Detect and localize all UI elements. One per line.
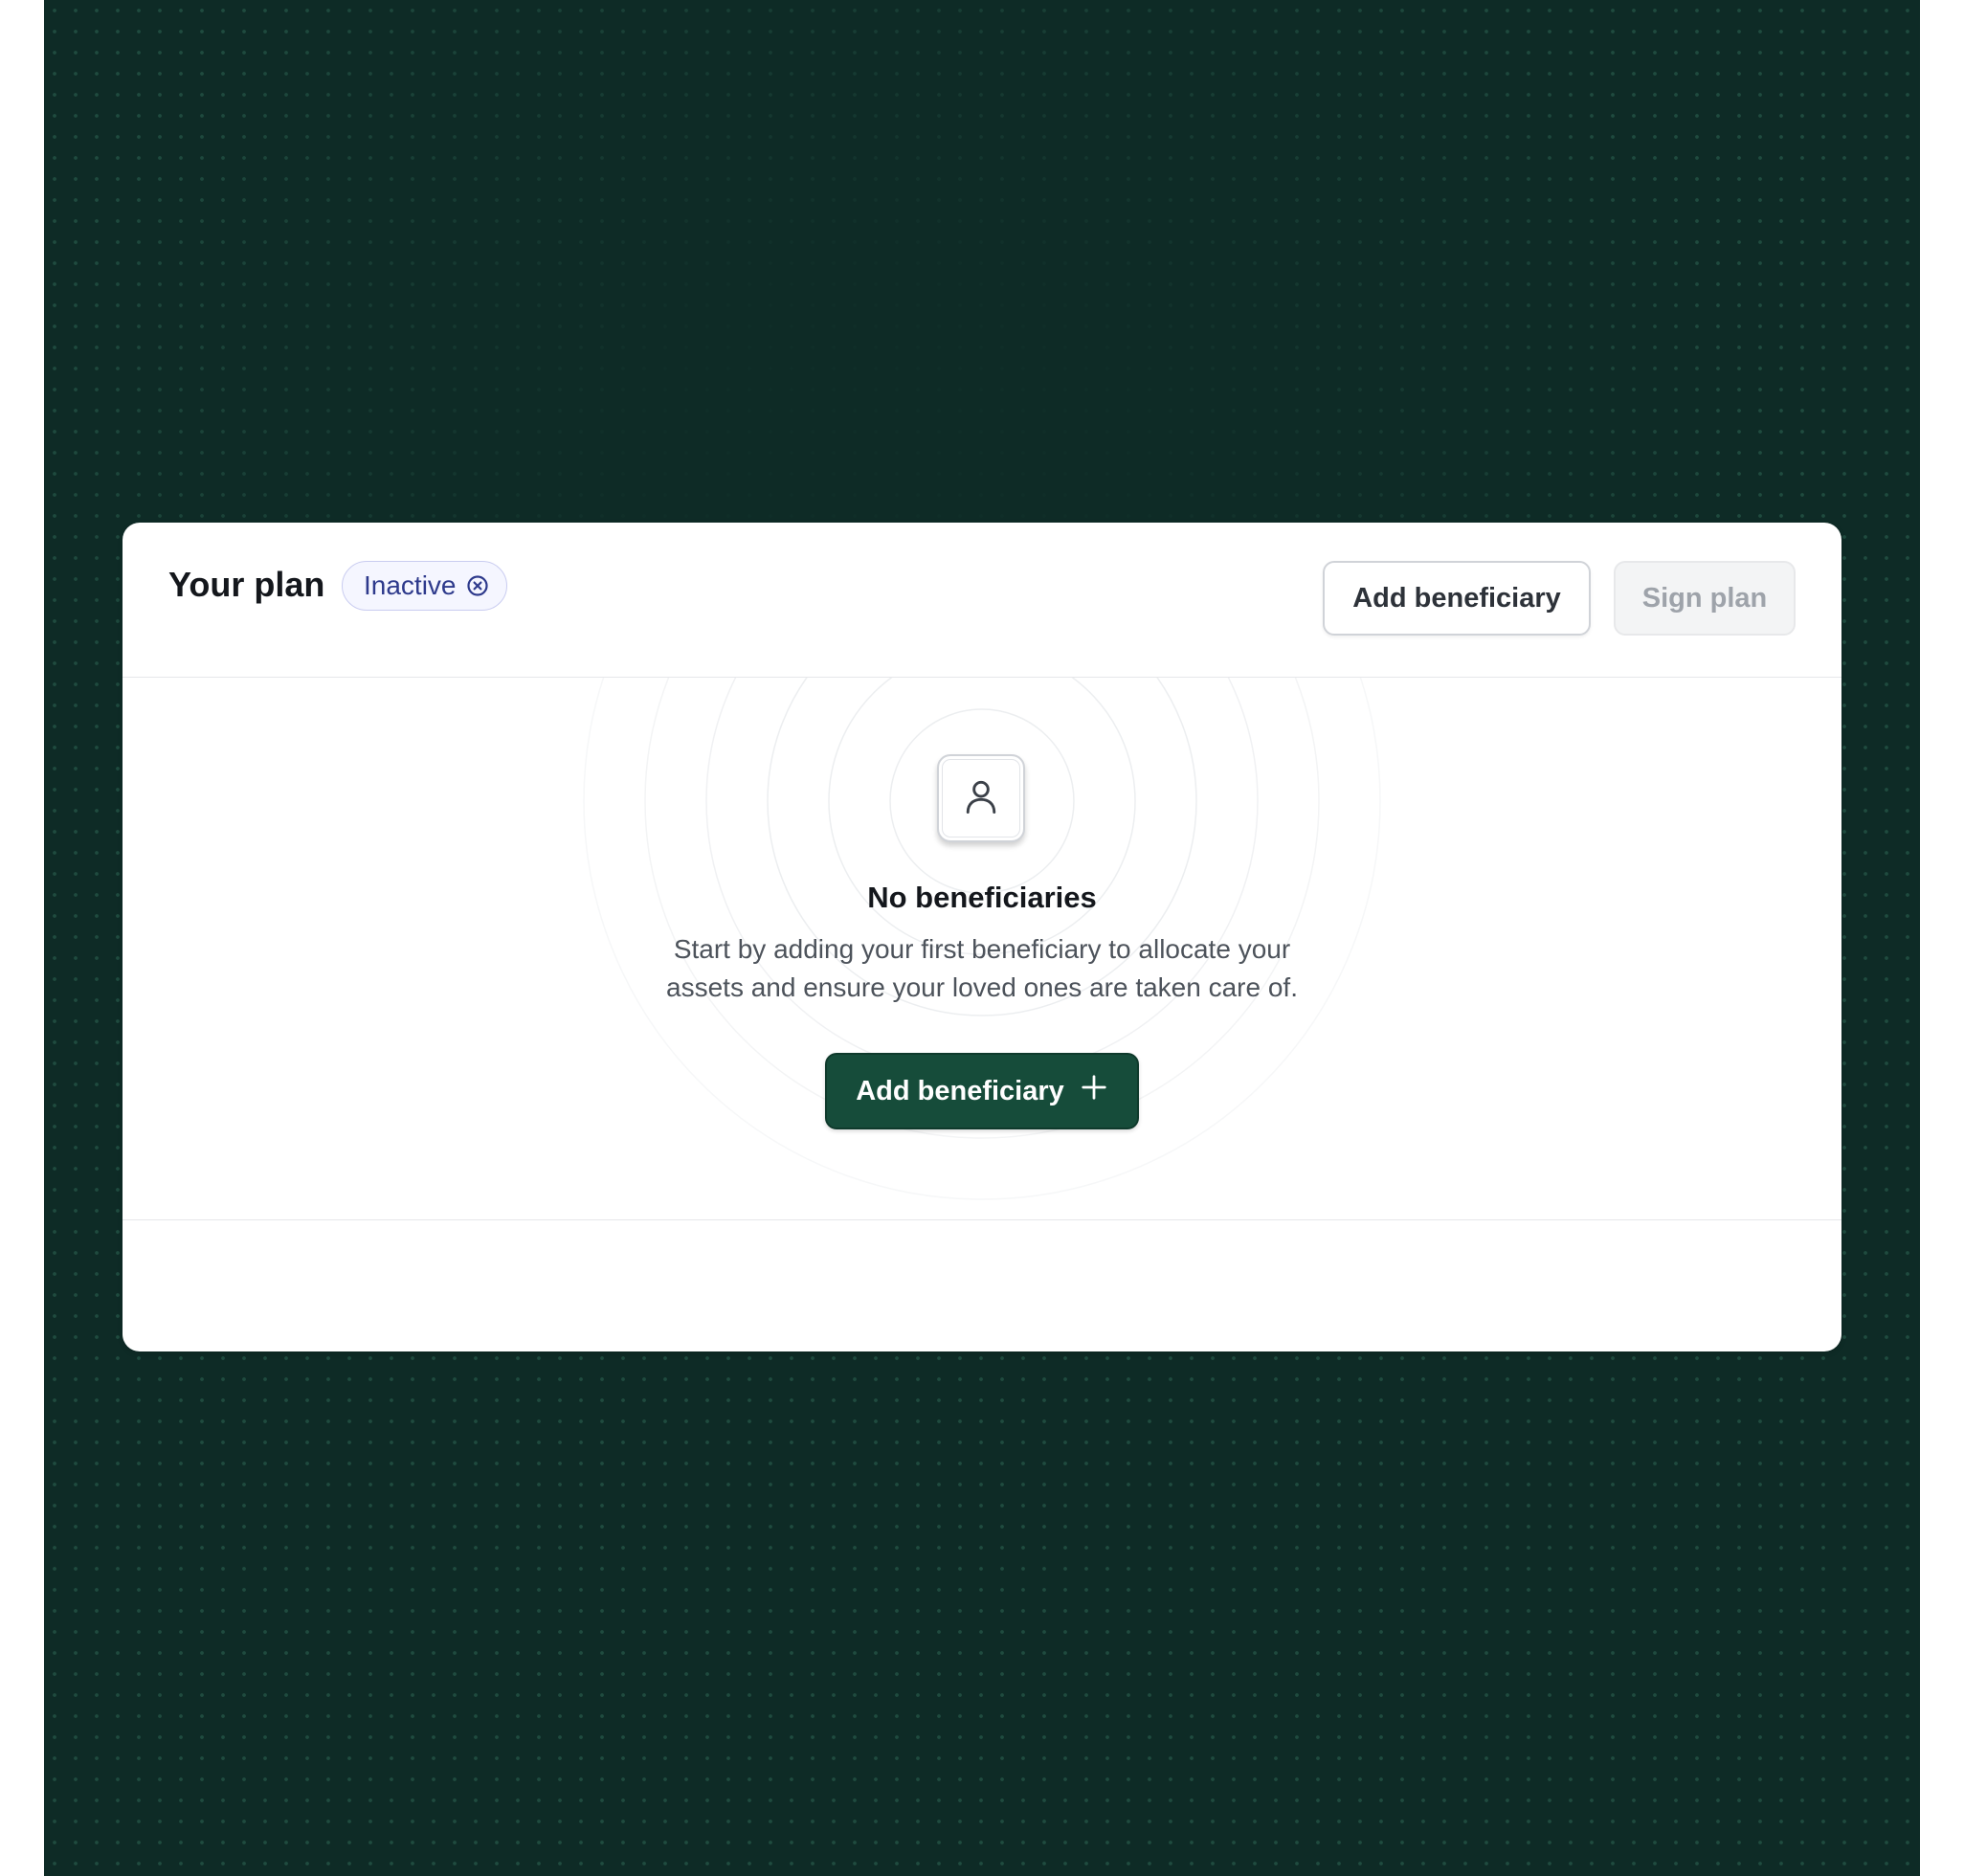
status-badge-label: Inactive [364, 570, 457, 600]
plus-icon [1080, 1073, 1108, 1109]
add-beneficiary-cta-label: Add beneficiary [856, 1075, 1064, 1106]
user-icon [960, 775, 1002, 822]
empty-state-description-line-2: assets and ensure your loved ones are ta… [666, 972, 1298, 1002]
empty-state-description-line-1: Start by adding your first beneficiary t… [673, 934, 1291, 964]
user-icon-box [937, 754, 1025, 842]
card-header: Your plan Inactive Add beneficiary Sign … [123, 523, 1841, 678]
page-title: Your plan [168, 565, 325, 604]
status-badge: Inactive [342, 561, 507, 611]
add-beneficiary-button[interactable]: Add beneficiary [1323, 561, 1591, 636]
add-beneficiary-cta-button[interactable]: Add beneficiary [825, 1053, 1139, 1129]
empty-state: No beneficiaries Start by adding your fi… [123, 678, 1841, 1220]
x-circle-icon [466, 574, 489, 597]
plan-card: Your plan Inactive Add beneficiary Sign … [123, 523, 1841, 1351]
sign-plan-button[interactable]: Sign plan [1614, 561, 1796, 636]
empty-state-description: Start by adding your first beneficiary t… [123, 930, 1841, 1007]
empty-state-title: No beneficiaries [867, 881, 1097, 914]
